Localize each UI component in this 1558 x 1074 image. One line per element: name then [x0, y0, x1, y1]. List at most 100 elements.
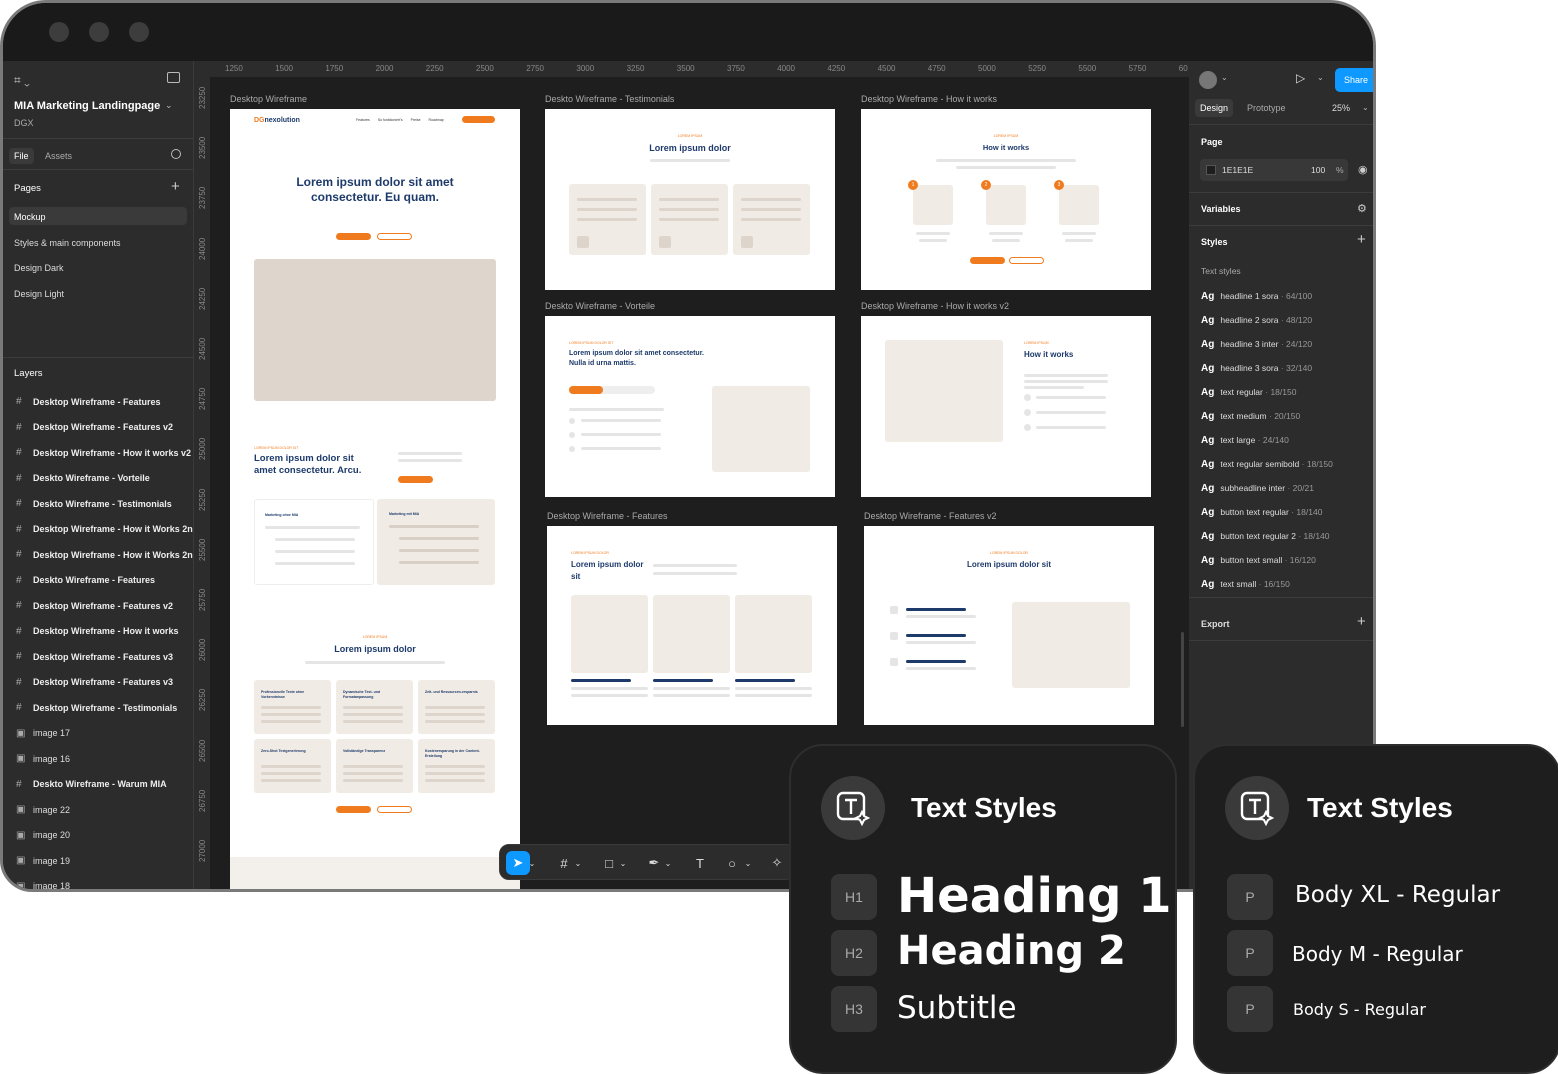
wireframe-features[interactable]: LOREM IPSUM DOLOR Lorem ipsum dolor sit [547, 526, 837, 725]
wireframe-testimonials[interactable]: LOREM IPSUM Lorem ipsum dolor [545, 109, 835, 290]
add-style-icon[interactable]: + [1357, 231, 1366, 248]
layer-item[interactable]: ▣ image 22 [3, 797, 193, 822]
chevron-down-icon[interactable]: ⌄ [573, 851, 583, 875]
export-title[interactable]: Export [1201, 619, 1230, 629]
avatar[interactable] [1199, 71, 1217, 89]
layer-item[interactable]: ▣ image 17 [3, 721, 193, 746]
layer-item[interactable]: ▣ image 16 [3, 746, 193, 771]
text-style-item[interactable]: Ag text medium · 20/150 [1201, 411, 1300, 422]
text-style-item[interactable]: Ag headline 3 sora · 32/140 [1201, 363, 1312, 374]
play-icon[interactable]: ▷ [1296, 71, 1305, 85]
frame-label[interactable]: Deskto Wireframe - Vorteile [545, 301, 655, 311]
wireframe-landing[interactable]: DGnexolution Features So funktioniert's Pr… [230, 109, 520, 889]
layer-item[interactable]: # Deskto Wireframe - Warum MIA [3, 772, 193, 797]
frame-label[interactable]: Desktop Wireframe - How it works v2 [861, 301, 1009, 311]
page-item-styles[interactable]: Styles & main components [14, 238, 121, 248]
window-zoom-dot[interactable] [129, 22, 149, 42]
page-opacity-value[interactable]: 100 [1311, 165, 1325, 175]
text-style-item[interactable]: Ag text regular semibold · 18/150 [1201, 459, 1333, 470]
layer-item[interactable]: ▣ image 20 [3, 823, 193, 848]
layer-item[interactable]: # Desktop Wireframe - Features v3 [3, 644, 193, 669]
layer-item[interactable]: # Desktop Wireframe - How it Works 2n [3, 542, 193, 567]
panel-toggle-icon[interactable] [167, 72, 180, 83]
text-style-item[interactable]: Ag button text regular 2 · 18/140 [1201, 531, 1330, 542]
chevron-down-icon[interactable]: ⌄ [1221, 73, 1228, 82]
text-style-item[interactable]: Ag subheadline inter · 20/21 [1201, 483, 1314, 494]
text-style-spec: 32/140 [1286, 363, 1313, 373]
canvas-scrollbar[interactable] [1181, 632, 1184, 727]
frame-label[interactable]: Deskto Wireframe - Testimonials [545, 94, 674, 104]
layer-item[interactable]: # Desktop Wireframe - How it works [3, 619, 193, 644]
frame-label[interactable]: Desktop Wireframe [230, 94, 307, 104]
title-bar [3, 3, 1373, 61]
text-style-item[interactable]: Ag text small · 16/150 [1201, 579, 1290, 590]
text-style-item[interactable]: Ag button text small · 16/120 [1201, 555, 1316, 566]
variables-title[interactable]: Variables [1201, 204, 1241, 214]
wire-kicker: LOREM IPSUM [993, 134, 1019, 138]
frame-label[interactable]: Desktop Wireframe - Features v2 [864, 511, 997, 521]
wire-footer-band [230, 857, 520, 889]
layer-item[interactable]: # Desktop Wireframe - Features v3 [3, 670, 193, 695]
tab-design[interactable]: Design [1195, 99, 1234, 117]
wire-section-title: Lorem ipsum dolor sit [966, 560, 1051, 569]
color-swatch[interactable] [1206, 165, 1216, 175]
text-style-item[interactable]: Ag headline 2 sora · 48/120 [1201, 315, 1312, 326]
wireframe-features-v2[interactable]: LOREM IPSUM DOLOR Lorem ipsum dolor sit [864, 526, 1154, 725]
main-menu-icon[interactable]: ⌗ ⌄ [14, 73, 30, 88]
tab-assets[interactable]: Assets [45, 151, 72, 161]
file-name[interactable]: MIA Marketing Landingpage [14, 100, 160, 112]
chevron-down-icon[interactable]: ⌄ [743, 851, 753, 875]
ai-tool-icon[interactable]: ✧ [765, 851, 789, 875]
variables-icon[interactable]: ⚙ [1357, 202, 1367, 215]
text-style-item[interactable]: Ag headline 3 inter · 24/120 [1201, 339, 1312, 350]
chevron-down-icon[interactable]: ⌄ [1317, 73, 1324, 82]
chevron-down-icon[interactable]: ⌄ [663, 851, 673, 875]
frame-label[interactable]: Desktop Wireframe - Features [547, 511, 668, 521]
layer-item[interactable]: ▣ image 19 [3, 848, 193, 873]
wireframe-how-it-works[interactable]: LOREM IPSUM How it works 1 2 3 [861, 109, 1151, 290]
layer-item[interactable]: # Desktop Wireframe - How it works v2 [3, 440, 193, 465]
zoom-level[interactable]: 25% [1332, 103, 1350, 113]
layer-item[interactable]: # Desktop Wireframe - Features v2 [3, 593, 193, 618]
text-style-item[interactable]: Ag button text regular · 18/140 [1201, 507, 1322, 518]
page-item-design-dark[interactable]: Design Dark [14, 263, 64, 273]
chevron-down-icon[interactable]: ⌄ [618, 851, 628, 875]
page-item-mockup[interactable]: Mockup [14, 212, 46, 222]
ruler-tick-label: 24750 [198, 387, 207, 411]
styles-title: Styles [1201, 237, 1228, 247]
layer-item[interactable]: # Desktop Wireframe - How it Works 2n [3, 517, 193, 542]
text-style-item[interactable]: Ag text large · 24/140 [1201, 435, 1289, 446]
page-item-design-light[interactable]: Design Light [14, 289, 64, 299]
window-close-dot[interactable] [49, 22, 69, 42]
page-color-value[interactable]: 1E1E1E [1222, 165, 1253, 175]
chevron-down-icon[interactable]: ⌄ [527, 851, 537, 875]
add-export-icon[interactable]: + [1357, 613, 1366, 630]
wireframe-how-it-works-v2[interactable]: LOREM IPSUM How it works [861, 316, 1151, 497]
layer-item[interactable]: # Desktop Wireframe - Features v2 [3, 415, 193, 440]
layer-item[interactable]: # Deskto Wireframe - Vorteile [3, 466, 193, 491]
frame-icon: # [16, 702, 22, 713]
eye-icon[interactable]: ◉ [1358, 163, 1368, 176]
tab-prototype[interactable]: Prototype [1247, 103, 1286, 113]
add-page-icon[interactable]: + [171, 178, 180, 195]
text-tool-icon[interactable]: T [688, 851, 712, 875]
text-style-item[interactable]: Ag text regular · 18/150 [1201, 387, 1296, 398]
wireframe-vorteile[interactable]: LOREM IPSUM DOLOR SIT Lorem ipsum dolor … [545, 316, 835, 497]
wire-kicker: LOREM IPSUM [677, 134, 703, 138]
layer-item[interactable]: ▣ image 18 [3, 874, 193, 890]
text-style-spec: 24/120 [1286, 339, 1313, 349]
layer-item[interactable]: # Desktop Wireframe - Testimonials [3, 695, 193, 720]
search-icon[interactable] [171, 149, 181, 159]
text-style-item[interactable]: Ag headline 1 sora · 64/100 [1201, 291, 1312, 302]
comment-tool-icon[interactable]: ○ [720, 851, 744, 875]
wire-card-with: Marketing mit MIA [377, 499, 495, 585]
layer-item[interactable]: # Desktop Wireframe - Features [3, 389, 193, 414]
tab-file[interactable]: File [9, 148, 34, 164]
chevron-down-icon[interactable]: ⌄ [165, 100, 173, 111]
frame-label[interactable]: Desktop Wireframe - How it works [861, 94, 997, 104]
layer-item[interactable]: # Deskto Wireframe - Features [3, 568, 193, 593]
share-button[interactable]: Share [1335, 68, 1373, 92]
chevron-down-icon[interactable]: ⌄ [1362, 103, 1369, 112]
layer-item[interactable]: # Deskto Wireframe - Testimonials [3, 491, 193, 516]
window-minimize-dot[interactable] [89, 22, 109, 42]
